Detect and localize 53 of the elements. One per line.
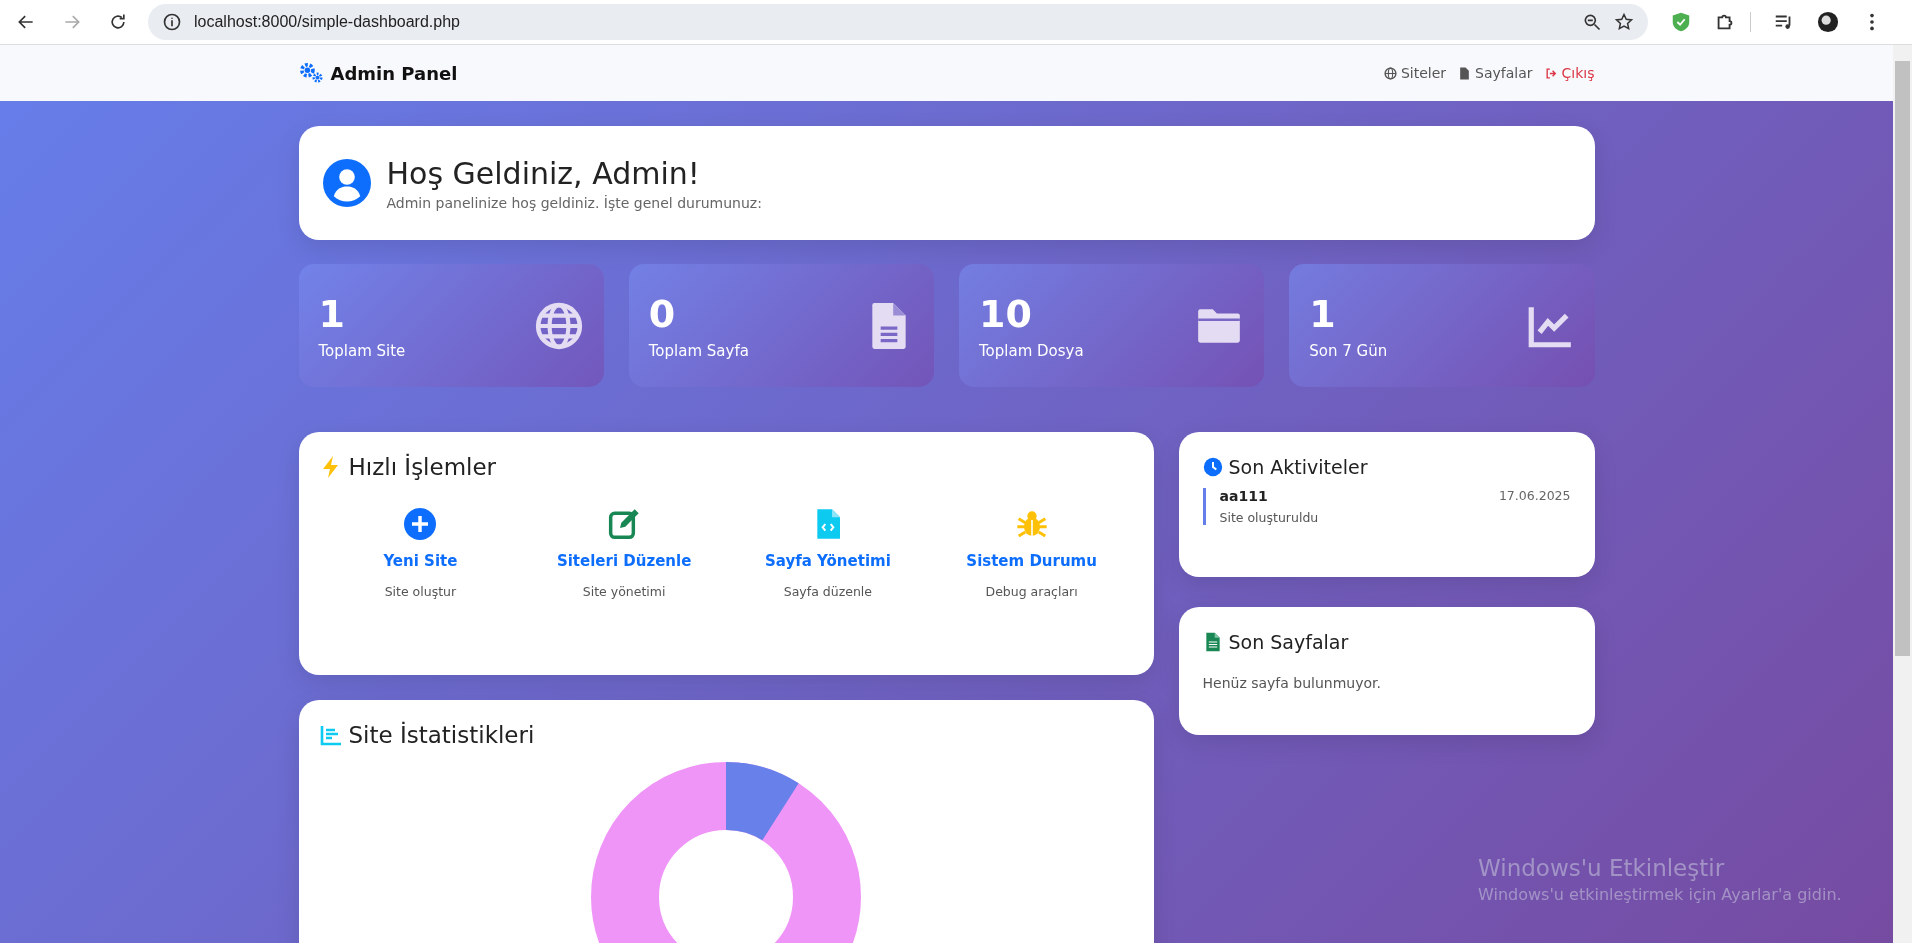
activity-name: aa111 [1219, 488, 1269, 504]
clock-icon [1202, 457, 1223, 477]
nav-link[interactable]: Sayfalar [1475, 65, 1533, 81]
welcome-subtitle: Admin panelinize hoş geldiniz. İşte genel durumunuz: [386, 194, 762, 211]
user-avatar-icon [322, 159, 371, 207]
star-icon[interactable] [1614, 12, 1634, 32]
plus-circle-icon [404, 508, 437, 540]
nav-link[interactable]: Çıkış [1561, 65, 1595, 81]
empty-message: Henüz sayfa bulunmuyor. [1202, 675, 1382, 691]
activity-description: Site oluşturuldu [1219, 510, 1319, 525]
action-link[interactable]: Yeni Site [383, 552, 458, 570]
action-subtitle: Site yönetimi [582, 584, 666, 599]
action-link[interactable]: Sayfa Yönetimi [764, 552, 891, 570]
activation-title: Windows'u Etkinleştir [1478, 855, 1726, 881]
url-text: localhost:8000/simple-dashboard.php [194, 13, 460, 31]
action-subtitle: Site oluştur [384, 584, 457, 599]
card-title: Son Sayfalar [1228, 631, 1349, 653]
bar-chart-icon [318, 723, 343, 747]
stat-value: 0 [648, 291, 677, 336]
globe-icon [1383, 66, 1397, 80]
stat-label: Toplam Sayfa [648, 341, 749, 360]
nav-link[interactable]: Siteler [1400, 65, 1447, 81]
action-subtitle: Sayfa düzenle [783, 584, 872, 599]
action-link[interactable]: Siteleri Düzenle [556, 552, 692, 570]
gears-icon [298, 62, 325, 84]
edit-icon [608, 508, 641, 540]
scrollbar-thumb[interactable] [1895, 61, 1910, 656]
address-bar[interactable]: localhost:8000/simple-dashboard.php [148, 4, 1648, 40]
action-subtitle: Debug araçları [985, 584, 1078, 599]
bug-icon [1015, 508, 1048, 540]
stat-label: Toplam Site [318, 341, 406, 360]
logout-icon [1544, 66, 1558, 80]
stat-value: 1 [318, 291, 346, 336]
stat-label: Toplam Dosya [979, 341, 1084, 360]
info-icon [162, 12, 182, 32]
stat-label: Son 7 Gün [1309, 341, 1388, 360]
scrollbar[interactable] [1893, 45, 1912, 943]
card-title: Hızlı İşlemler [348, 454, 497, 480]
activation-text: Windows'u etkinleştirmek için Ayarlar'a gidin. [1478, 885, 1842, 904]
stat-value: 1 [1309, 291, 1337, 336]
reload-icon[interactable] [108, 12, 128, 32]
avatar-icon[interactable] [1817, 11, 1839, 33]
card-title: Site İstatistikleri [348, 722, 535, 748]
brand-title[interactable]: Admin Panel [330, 62, 458, 84]
zoom-icon[interactable] [1582, 12, 1602, 32]
card-title: Son Aktiviteler [1228, 456, 1368, 478]
stat-value: 10 [979, 291, 1033, 336]
welcome-title: Hoş Geldiniz, Admin! [386, 155, 701, 191]
action-link[interactable]: Sistem Durumu [966, 552, 1097, 570]
activity-date: 17.06.2025 [1498, 488, 1571, 505]
shield-icon[interactable] [1670, 11, 1692, 33]
document-icon [1458, 66, 1472, 80]
globe-icon [533, 300, 584, 351]
